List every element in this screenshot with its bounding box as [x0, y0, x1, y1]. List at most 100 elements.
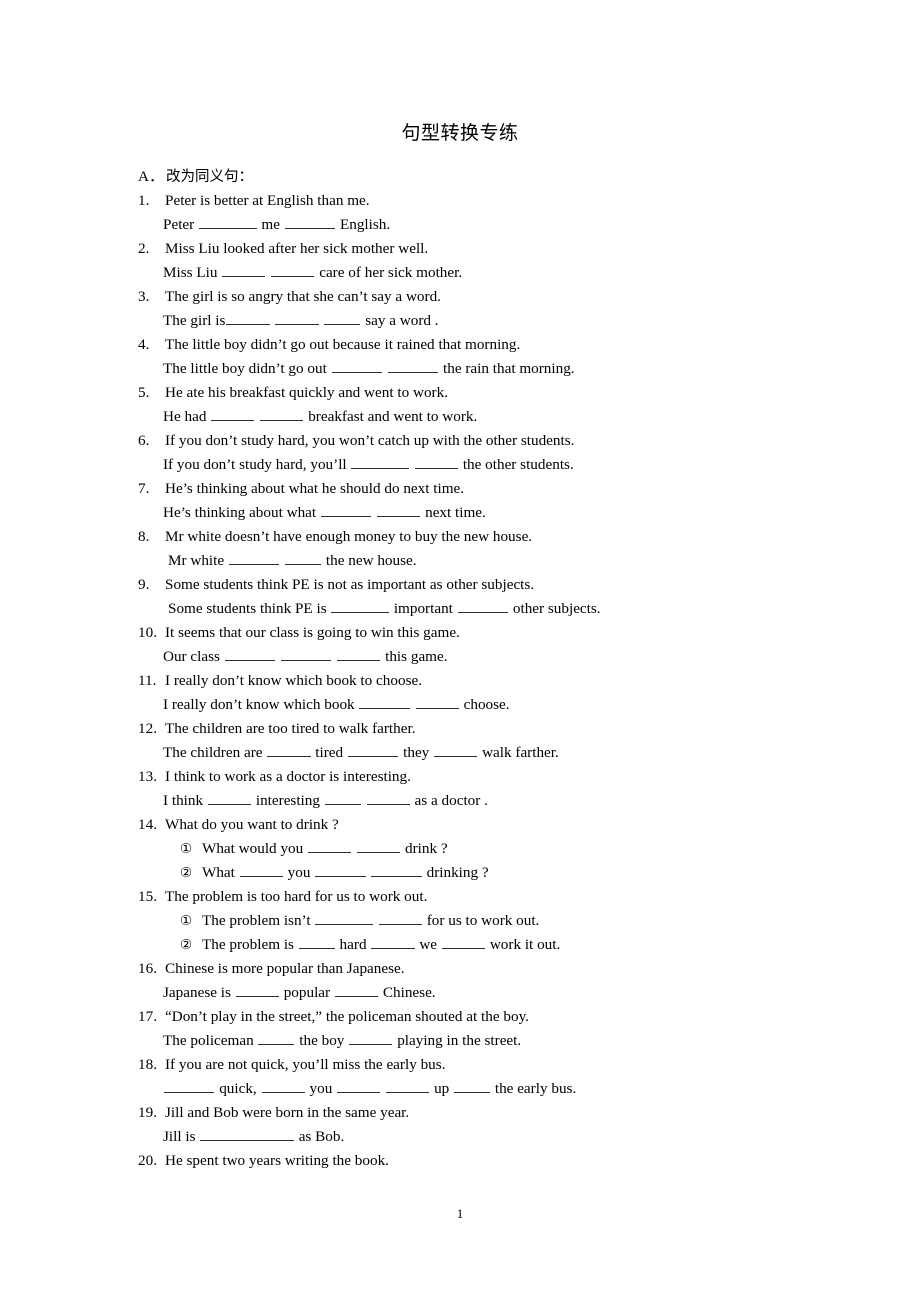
question-number: 7. — [138, 480, 150, 497]
answer-blank[interactable] — [164, 1079, 215, 1093]
answer-row: The little boy didn’t go out the rain th… — [163, 359, 575, 377]
answer-row: The children are tired they walk farther… — [163, 743, 559, 761]
answer-row: The girl is say a word . — [163, 311, 439, 329]
answer-row: Jill is as Bob. — [163, 1127, 345, 1145]
sub-answer-row: ② What you drinking ? — [138, 861, 838, 885]
document-page: 句型转换专练 A． 改为同义句： 1. Peter is better at En… — [0, 0, 920, 1302]
answer-blank[interactable] — [199, 215, 257, 229]
question-row: 16. Chinese is more popular than Japanese… — [138, 957, 838, 981]
sub-answer-text: The problem isn’t for us to work out. — [202, 911, 540, 929]
answer-blank[interactable] — [267, 743, 311, 757]
answer-row: I think interesting as a doctor . — [163, 791, 488, 809]
answer-blank[interactable] — [324, 791, 361, 805]
answer-blank[interactable] — [200, 1127, 294, 1141]
answer-blank[interactable] — [359, 695, 410, 709]
answer-blank[interactable] — [315, 911, 373, 925]
question-text: What do you want to drink ? — [165, 816, 339, 833]
answer-blank[interactable] — [261, 1079, 305, 1093]
question-number: 9. — [138, 576, 150, 593]
question-number: 18. — [138, 1056, 157, 1073]
answer-blank[interactable] — [386, 1079, 430, 1093]
question-row: 5. He ate his breakfast quickly and went … — [138, 381, 838, 405]
question-row: 2. Miss Liu looked after her sick mother … — [138, 237, 838, 261]
sub-answer-row: ① The problem isn’t for us to work out. — [138, 909, 838, 933]
question-text: I think to work as a doctor is interesti… — [165, 768, 411, 785]
question-list: 1. Peter is better at English than me. Pet… — [138, 189, 838, 1173]
question-number: 13. — [138, 768, 157, 785]
answer-blank[interactable] — [271, 263, 315, 277]
answer-blank[interactable] — [235, 983, 279, 997]
answer-blank[interactable] — [284, 215, 336, 229]
answer-blank[interactable] — [224, 647, 276, 661]
answer-row: He’s thinking about what next time. — [163, 503, 486, 521]
answer-blank[interactable] — [260, 407, 304, 421]
section-heading: A． 改为同义句： — [138, 165, 838, 189]
question-row: 6. If you don’t study hard, you won’t cat… — [138, 429, 838, 453]
answer-blank[interactable] — [351, 455, 410, 469]
answer-blank[interactable] — [226, 311, 270, 325]
answer-blank[interactable] — [371, 863, 422, 877]
question-row: 1. Peter is better at English than me. — [138, 189, 838, 213]
answer-blank[interactable] — [275, 311, 319, 325]
sub-answer-row: ① What would you drink ? — [138, 837, 838, 861]
answer-blank[interactable] — [454, 1079, 491, 1093]
answer-blank[interactable] — [211, 407, 255, 421]
answer-blank[interactable] — [222, 263, 266, 277]
question-text: Peter is better at English than me. — [165, 192, 370, 209]
question-row: 14. What do you want to drink ? — [138, 813, 838, 837]
answer-blank[interactable] — [320, 503, 372, 517]
answer-blank[interactable] — [331, 359, 383, 373]
question-text: The children are too tired to walk farth… — [165, 720, 416, 737]
question-row: 20. He spent two years writing the book. — [138, 1149, 838, 1173]
question-row: 13. I think to work as a doctor is intere… — [138, 765, 838, 789]
answer-blank[interactable] — [415, 695, 459, 709]
page-number: 1 — [456, 1206, 464, 1221]
answer-blank[interactable] — [347, 743, 399, 757]
question-text: If you don’t study hard, you won’t catch… — [165, 432, 575, 449]
answer-blank[interactable] — [414, 455, 459, 469]
question-number: 2. — [138, 240, 150, 257]
question-number: 11. — [138, 672, 157, 689]
answer-blank[interactable] — [377, 503, 421, 517]
sub-answer-marker: ① — [180, 913, 193, 929]
question-text: The girl is so angry that she can’t say … — [165, 288, 441, 305]
answer-blank[interactable] — [434, 743, 478, 757]
answer-blank[interactable] — [324, 311, 361, 325]
question-number: 19. — [138, 1104, 157, 1121]
answer-blank[interactable] — [331, 599, 390, 613]
answer-row: quick, you up the early bus. — [138, 1077, 838, 1101]
question-text: If you are not quick, you’ll miss the ea… — [165, 1056, 446, 1073]
question-number: 3. — [138, 288, 150, 305]
answer-blank[interactable] — [308, 839, 352, 853]
question-number: 1. — [138, 192, 150, 209]
answer-blank[interactable] — [207, 791, 252, 805]
answer-blank[interactable] — [349, 1031, 393, 1045]
answer-blank[interactable] — [387, 359, 439, 373]
answer-blank[interactable] — [258, 1031, 295, 1045]
answer-blank[interactable] — [371, 935, 415, 949]
sub-answer-marker: ② — [180, 937, 193, 953]
question-text: I really don’t know which book to choose… — [165, 672, 423, 689]
question-text: Mr white doesn’t have enough money to bu… — [165, 528, 533, 545]
answer-blank[interactable] — [228, 551, 280, 565]
question-row: 4. The little boy didn’t go out because i… — [138, 333, 838, 357]
question-row: 7. He’s thinking about what he should do … — [138, 477, 838, 501]
question-number: 14. — [138, 816, 157, 833]
answer-blank[interactable] — [441, 935, 486, 949]
answer-row: If you don’t study hard, you’ll the othe… — [163, 455, 574, 473]
answer-blank[interactable] — [280, 647, 332, 661]
answer-blank[interactable] — [457, 599, 509, 613]
question-row: 18. If you are not quick, you’ll miss the… — [138, 1053, 838, 1077]
answer-blank[interactable] — [285, 551, 322, 565]
answer-blank[interactable] — [357, 839, 401, 853]
answer-blank[interactable] — [298, 935, 335, 949]
answer-blank[interactable] — [366, 791, 410, 805]
answer-blank[interactable] — [337, 1079, 381, 1093]
answer-blank[interactable] — [334, 983, 379, 997]
answer-row: Japanese is popular Chinese. — [163, 983, 436, 1001]
answer-row: The policeman the boy playing in the str… — [163, 1031, 522, 1049]
answer-blank[interactable] — [337, 647, 381, 661]
answer-blank[interactable] — [378, 911, 422, 925]
answer-blank[interactable] — [315, 863, 366, 877]
answer-blank[interactable] — [239, 863, 283, 877]
